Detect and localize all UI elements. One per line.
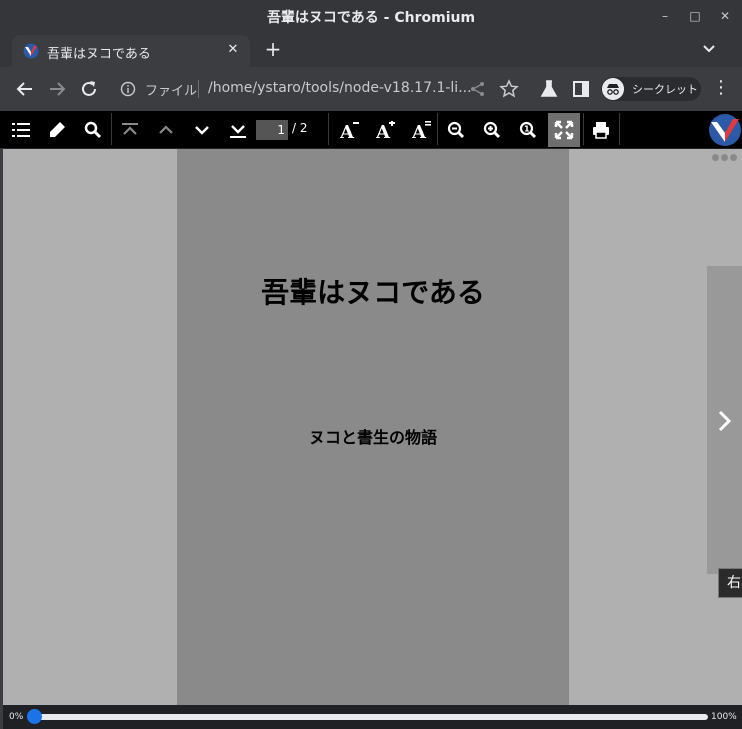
navigation-bar: ファイル /home/ystaro/tools/node-v18.17.1-li… xyxy=(0,67,742,111)
minimize-button[interactable]: – xyxy=(654,6,676,26)
incognito-badge[interactable]: シークレット xyxy=(601,77,701,101)
dot xyxy=(721,154,728,161)
previous-page-button[interactable] xyxy=(151,115,181,145)
tab-search-chevron-icon[interactable] xyxy=(700,40,718,58)
slider-max-label: 100% xyxy=(711,712,737,722)
first-page-button[interactable] xyxy=(115,115,145,145)
list-icon xyxy=(12,123,30,137)
info-icon[interactable] xyxy=(120,81,136,97)
marker-button[interactable] xyxy=(42,115,72,145)
next-page-button[interactable] xyxy=(187,115,217,145)
chevron-up-icon xyxy=(159,125,173,134)
toolbar-separator xyxy=(583,113,584,145)
share-icon[interactable] xyxy=(467,78,489,100)
print-icon xyxy=(593,122,609,139)
labs-flask-icon[interactable] xyxy=(538,78,560,100)
window-title: 吾輩はヌコである - Chromium xyxy=(266,10,476,26)
more-options-dots[interactable] xyxy=(712,154,740,162)
tab-title: 吾輩はヌコである xyxy=(47,47,151,62)
incognito-icon xyxy=(602,78,624,100)
toolbar-separator xyxy=(619,113,620,145)
first-page-icon xyxy=(122,123,138,135)
progress-slider-thumb[interactable] xyxy=(27,709,42,724)
dot xyxy=(730,154,737,161)
toc-list-button[interactable] xyxy=(6,115,36,145)
font-decrease-icon: A xyxy=(340,122,359,139)
next-page-panel[interactable] xyxy=(707,266,742,574)
back-icon[interactable] xyxy=(14,78,36,100)
progress-slider-track[interactable] xyxy=(33,714,708,720)
new-tab-button[interactable]: + xyxy=(262,38,284,60)
close-window-button[interactable]: ✕ xyxy=(714,6,736,26)
find-button[interactable] xyxy=(78,115,108,145)
incognito-label: シークレット xyxy=(632,83,698,96)
last-page-button[interactable] xyxy=(223,115,253,145)
zoom-actual-size-button[interactable]: 1 xyxy=(513,115,543,145)
progress-bar-area: 0% 100% xyxy=(3,705,742,729)
toolbar-separator xyxy=(437,113,438,145)
window-titlebar: 吾輩はヌコである - Chromium – □ ✕ xyxy=(0,0,742,33)
tooltip: 右 xyxy=(718,568,742,598)
font-increase-icon: A xyxy=(376,121,395,139)
vivliostyle-logo-icon[interactable] xyxy=(708,113,742,147)
svg-text:1: 1 xyxy=(524,125,530,134)
slider-min-label: 0% xyxy=(9,712,24,722)
side-panel-icon[interactable] xyxy=(570,78,592,100)
font-size-decrease-button[interactable]: A xyxy=(334,115,364,145)
zoom-in-button[interactable] xyxy=(477,115,507,145)
scheme-label: ファイル xyxy=(145,84,198,99)
url-text[interactable]: /home/ystaro/tools/node-v18.17.1-li... xyxy=(208,80,472,96)
font-reset-icon: A xyxy=(412,121,431,139)
zoom-actual-icon: 1 xyxy=(519,121,537,139)
document-subtitle: ヌコと書生の物語 xyxy=(308,428,437,447)
tab-document[interactable]: 吾輩はヌコである ✕ xyxy=(12,35,250,67)
chevron-right-icon xyxy=(718,410,732,432)
document-title: 吾輩はヌコである xyxy=(261,276,485,309)
page-total: / 2 xyxy=(292,121,308,135)
address-bar[interactable]: ファイル /home/ystaro/tools/node-v18.17.1-li… xyxy=(112,74,526,104)
fit-to-screen-button[interactable] xyxy=(548,113,580,147)
zoom-out-button[interactable] xyxy=(441,115,471,145)
forward-icon[interactable] xyxy=(46,78,68,100)
marker-pen-icon xyxy=(50,122,65,137)
svg-text:A: A xyxy=(412,122,427,139)
close-tab-icon[interactable]: ✕ xyxy=(224,41,242,59)
last-page-icon xyxy=(230,125,246,138)
font-size-reset-button[interactable]: A xyxy=(406,115,436,145)
font-size-increase-button[interactable]: A xyxy=(370,115,400,145)
document-page: 吾輩はヌコである ヌコと書生の物語 xyxy=(177,149,569,705)
zoom-in-icon xyxy=(483,121,501,139)
tab-strip: 吾輩はヌコである ✕ xyxy=(0,33,742,67)
reload-icon[interactable] xyxy=(78,78,100,100)
toolbar-separator xyxy=(328,113,329,145)
svg-text:A: A xyxy=(340,122,355,139)
document-viewport[interactable]: 吾輩はヌコである ヌコと書生の物語 xyxy=(3,149,742,705)
search-icon xyxy=(84,121,102,139)
zoom-out-icon xyxy=(447,121,465,139)
toolbar-separator xyxy=(111,113,112,145)
page-number-input[interactable]: 1 xyxy=(256,120,288,140)
bookmark-star-icon[interactable] xyxy=(498,78,520,100)
vivliostyle-favicon-icon xyxy=(23,43,39,59)
chevron-down-icon xyxy=(195,126,209,135)
print-button[interactable] xyxy=(586,115,616,145)
expand-arrows-icon xyxy=(554,120,574,140)
maximize-button[interactable]: □ xyxy=(684,6,706,26)
dot xyxy=(712,154,719,161)
svg-text:A: A xyxy=(376,122,391,139)
menu-kebab-icon[interactable]: ⋮ xyxy=(710,77,732,99)
address-separator xyxy=(198,80,199,98)
